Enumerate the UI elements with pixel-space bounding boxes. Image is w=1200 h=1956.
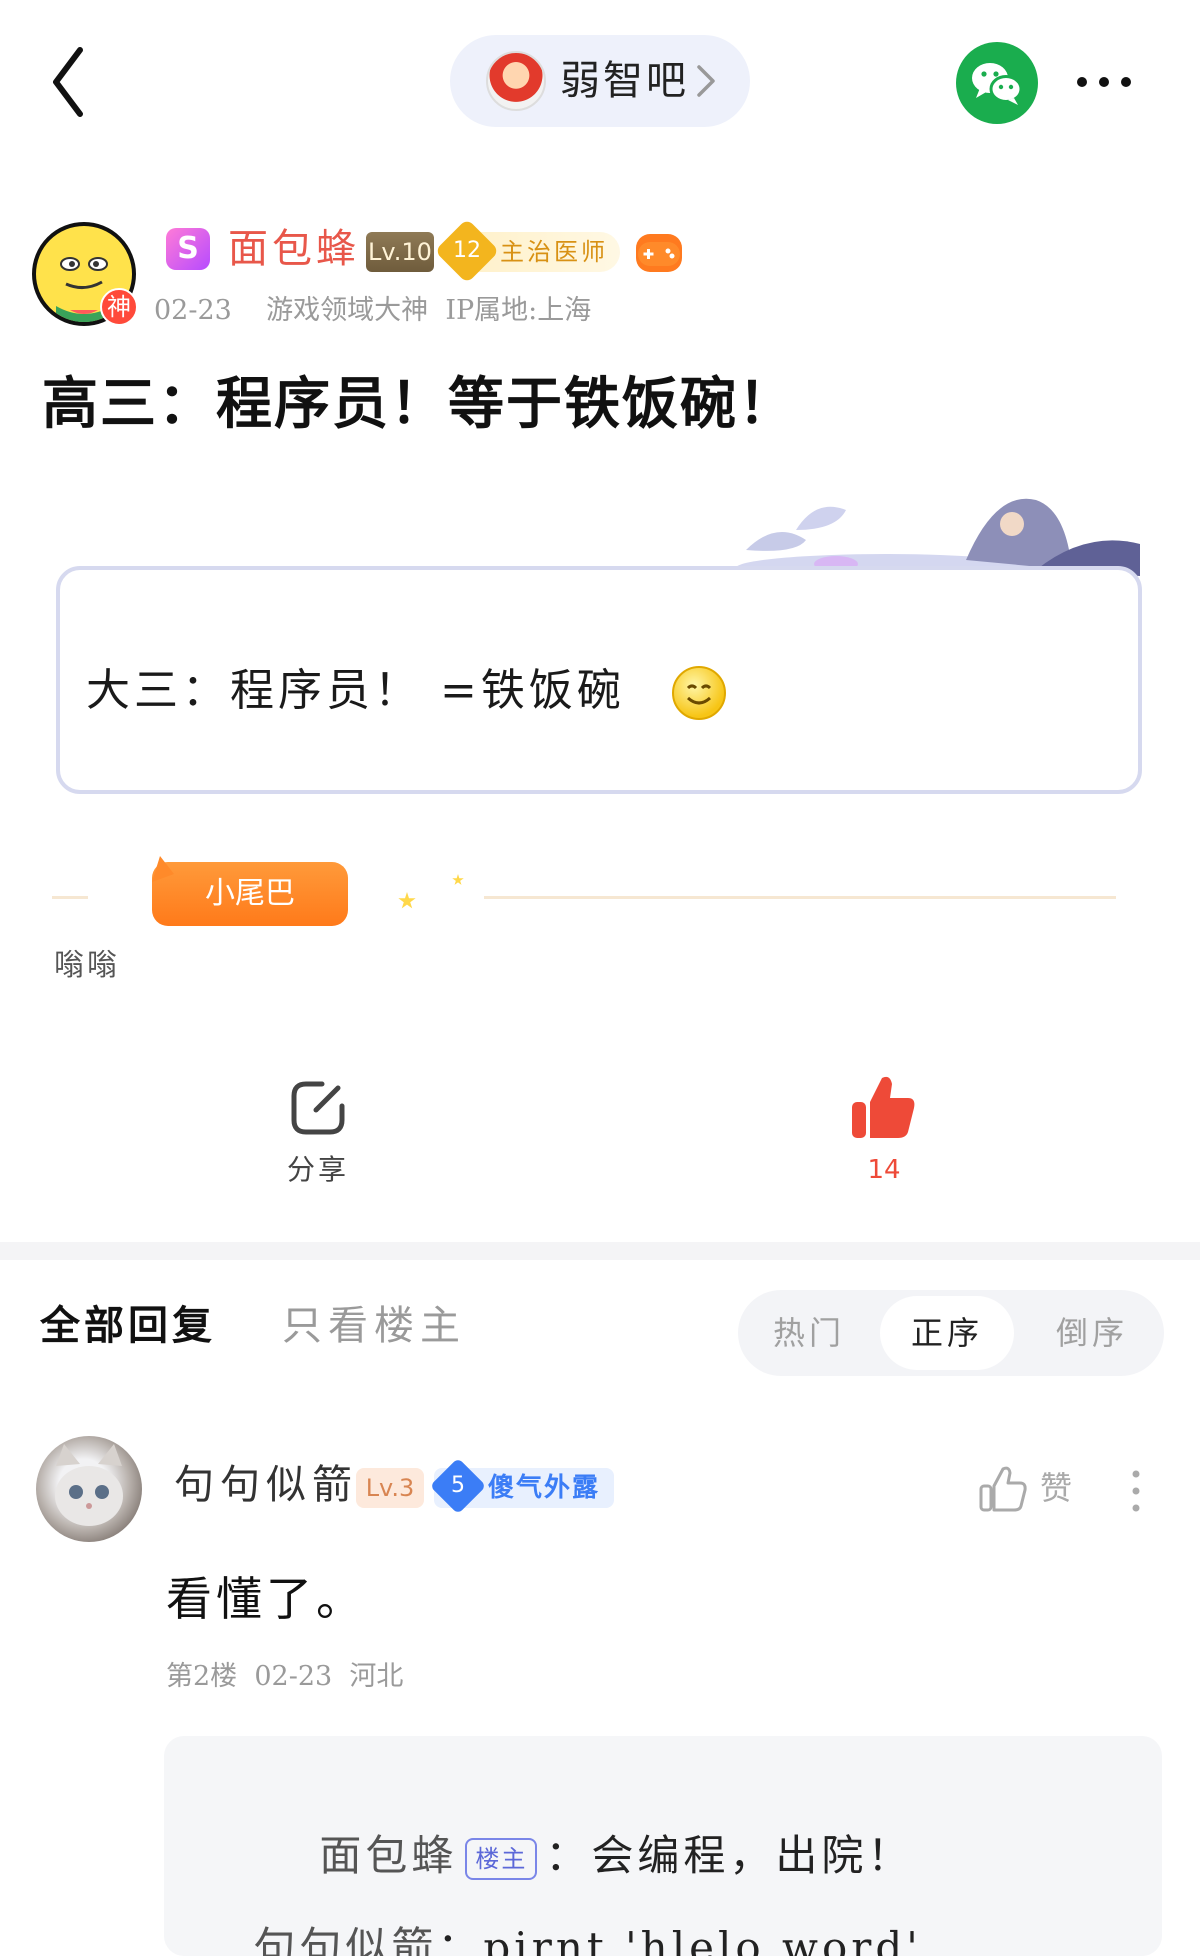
sort-ascending[interactable]: 正序 — [880, 1296, 1014, 1370]
thumbs-up-icon — [852, 1076, 915, 1138]
author-name[interactable]: 面包蜂 — [228, 222, 360, 276]
star-icon — [452, 874, 464, 885]
reply-level-badge: Lv.3 — [356, 1468, 424, 1508]
smile-emoji-icon — [672, 666, 726, 720]
share-button[interactable]: 分享 — [278, 1078, 358, 1198]
reply-honor-badge: 5 傻气外露 — [429, 1457, 614, 1515]
honor-number: 12 — [434, 218, 500, 284]
more-options-button[interactable] — [1070, 62, 1138, 102]
god-badge: 神 — [100, 288, 138, 326]
share-icon — [291, 1081, 345, 1135]
reply-author-name[interactable]: 句句似箭 — [174, 1458, 358, 1512]
like-count: 14 — [867, 1155, 901, 1185]
forum-entry[interactable]: 弱智吧 — [450, 35, 750, 127]
quote-text: 大三：程序员！ =铁饭碗 — [86, 665, 625, 716]
reply-text: 看懂了。 — [166, 1572, 366, 1626]
reply-like-button[interactable]: 赞 — [978, 1462, 1098, 1518]
cat-avatar — [55, 1444, 123, 1526]
quote-card: 大三：程序员！ =铁饭碗 — [56, 566, 1142, 794]
reply-avatar[interactable] — [36, 1436, 142, 1542]
tail-text: 嗡嗡 — [54, 948, 120, 983]
reply-meta: 第2楼 02-23 河北 — [166, 1661, 404, 1692]
tab-all-replies[interactable]: 全部回复 — [40, 1300, 216, 1352]
forum-avatar — [486, 51, 546, 111]
forum-name: 弱智吧 — [560, 58, 689, 104]
reply-honor-label: 傻气外露 — [488, 1473, 601, 1503]
post-meta: 02-23 游戏领域大神 IP属地:上海 — [154, 295, 592, 326]
more-vertical-icon — [1132, 1470, 1140, 1512]
reply-honor-number: 5 — [429, 1457, 487, 1515]
tab-op-only[interactable]: 只看楼主 — [282, 1300, 466, 1352]
back-arrow-icon — [53, 47, 83, 117]
reply-like-label: 赞 — [1040, 1469, 1073, 1507]
tail-divider-left — [52, 896, 88, 899]
subreply-list[interactable]: 面包蜂 楼主 ：会编程，出院！ 句句似箭：pirnt 'hlelo word' — [164, 1736, 1162, 1956]
honor-badge: 12 主治医师 — [434, 218, 620, 284]
section-divider — [0, 1242, 1200, 1260]
like-button[interactable]: 14 — [844, 1072, 924, 1192]
chevron-right-icon — [697, 65, 715, 97]
tail-divider-right — [484, 896, 1116, 899]
subreply-item: 句句似箭：pirnt 'hlelo word' — [200, 1858, 922, 1956]
subreply-text: ：pirnt 'hlelo word' — [437, 1923, 922, 1956]
cat-ear-icon — [152, 856, 174, 882]
reply-more-button[interactable] — [1126, 1466, 1146, 1516]
share-label: 分享 — [286, 1153, 349, 1186]
star-icon — [398, 892, 416, 909]
gamepad-icon — [636, 234, 682, 272]
wechat-share-button[interactable] — [956, 42, 1038, 124]
wechat-icon — [972, 63, 1023, 105]
sort-descending[interactable]: 倒序 — [1020, 1290, 1164, 1376]
subreply-author[interactable]: 句句似箭 — [253, 1923, 437, 1956]
vip-icon: S — [166, 228, 210, 270]
post-title: 高三：程序员！等于铁饭碗！ — [42, 371, 796, 437]
sort-hot[interactable]: 热门 — [738, 1290, 880, 1376]
back-button[interactable] — [44, 44, 104, 120]
more-horizontal-icon — [1077, 77, 1131, 87]
honor-label: 主治医师 — [500, 238, 608, 266]
level-badge: Lv.10 — [366, 232, 434, 272]
thumbs-up-outline-icon — [979, 1466, 1027, 1512]
sort-toggle: 热门 正序 倒序 — [738, 1290, 1164, 1376]
